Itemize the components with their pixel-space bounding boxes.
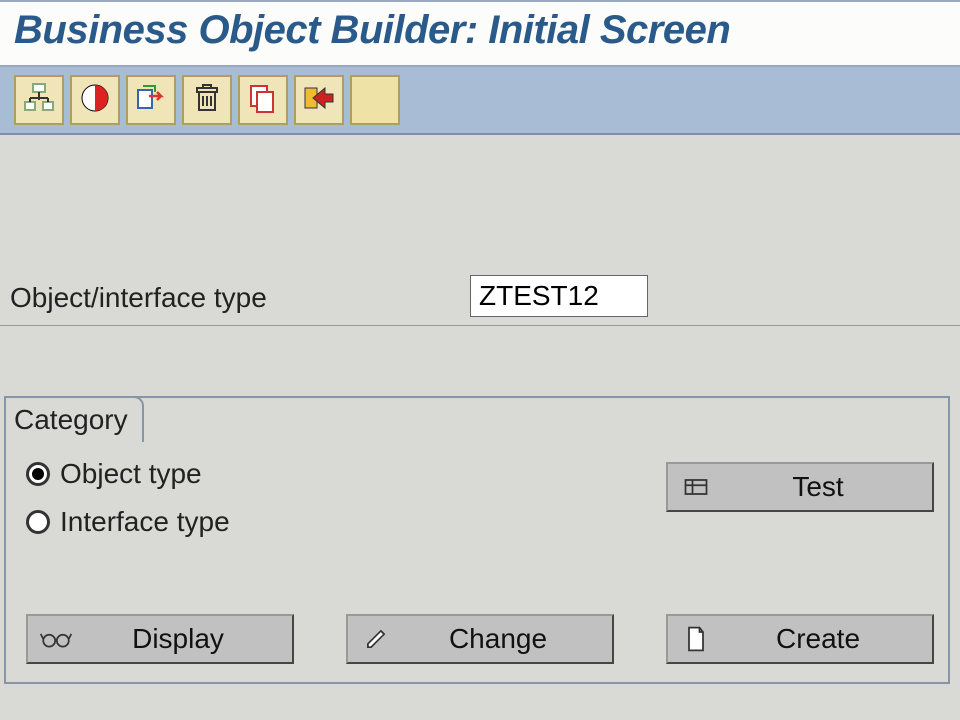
red-circle-icon xyxy=(79,82,111,119)
button-label: Test xyxy=(714,471,922,503)
toolbar-status-button[interactable] xyxy=(70,75,120,125)
radio-interface-type[interactable]: Interface type xyxy=(26,506,666,538)
radio-label: Interface type xyxy=(60,506,230,538)
test-icon xyxy=(678,473,714,501)
copy-icon xyxy=(247,82,279,119)
create-button[interactable]: Create xyxy=(666,614,934,664)
toolbar-blank-button[interactable] xyxy=(350,75,400,125)
button-label: Display xyxy=(74,623,282,655)
toolbar-subtype-button[interactable] xyxy=(14,75,64,125)
button-label: Change xyxy=(394,623,602,655)
category-tab: Category xyxy=(4,396,144,442)
toolbar-copy-button[interactable] xyxy=(238,75,288,125)
object-type-input[interactable] xyxy=(470,275,648,317)
radio-label: Object type xyxy=(60,458,202,490)
radio-icon xyxy=(26,510,50,534)
display-button[interactable]: Display xyxy=(26,614,294,664)
category-panel: Category Object type Interface type Test xyxy=(4,396,950,684)
content-area: Object/interface type Category Object ty… xyxy=(0,135,960,684)
toolbar-export-button[interactable] xyxy=(126,75,176,125)
button-label: Create xyxy=(714,623,922,655)
radio-object-type[interactable]: Object type xyxy=(26,458,666,490)
toolbar-forward-button[interactable] xyxy=(294,75,344,125)
toolbar-delete-button[interactable] xyxy=(182,75,232,125)
glasses-icon xyxy=(38,627,74,651)
export-icon xyxy=(135,82,167,119)
object-type-field-row: Object/interface type xyxy=(0,275,960,326)
subtype-icon xyxy=(23,82,55,119)
toolbar xyxy=(0,67,960,135)
test-button[interactable]: Test xyxy=(666,462,934,512)
document-icon xyxy=(678,625,714,653)
change-button[interactable]: Change xyxy=(346,614,614,664)
object-type-label: Object/interface type xyxy=(10,282,470,314)
radio-icon xyxy=(26,462,50,486)
forward-icon xyxy=(303,82,335,119)
title-bar: Business Object Builder: Initial Screen xyxy=(0,0,960,67)
pencil-icon xyxy=(358,626,394,652)
page-title: Business Object Builder: Initial Screen xyxy=(14,8,946,53)
delete-icon xyxy=(191,82,223,119)
